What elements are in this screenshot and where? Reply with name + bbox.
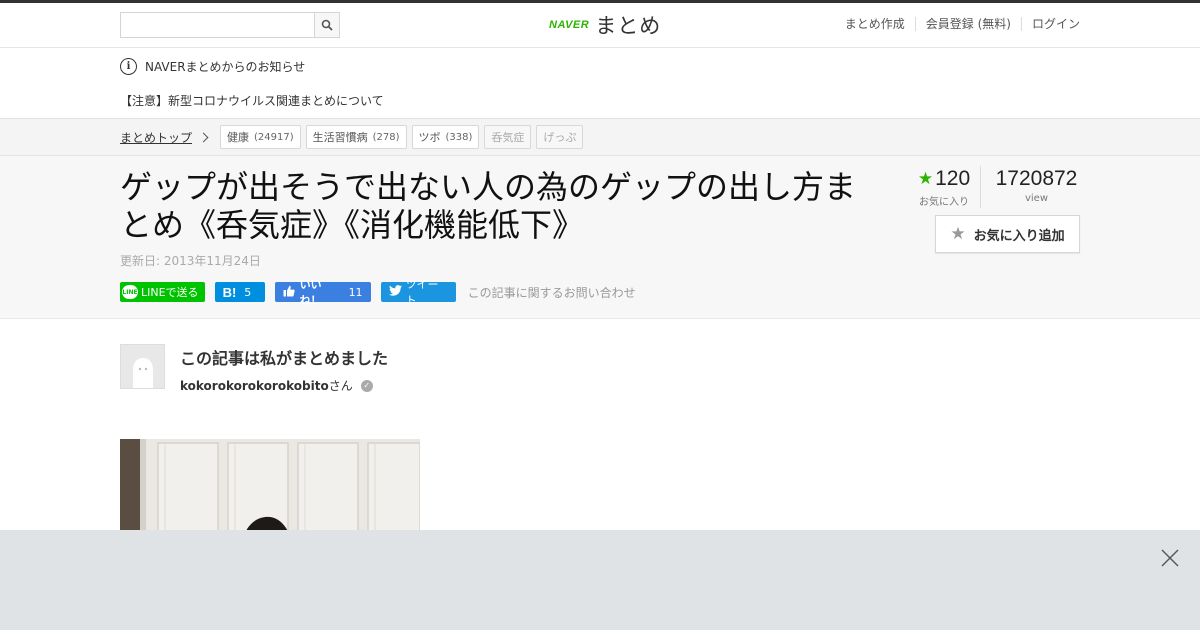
tag-label: 生活習慣病 xyxy=(312,131,368,144)
default-avatar-icon xyxy=(132,358,153,388)
line-share-button[interactable]: LINE LINEで送る xyxy=(120,282,205,302)
article-header: ゲップが出そうで出ない人の為のゲップの出し方まとめ《呑気症》《消化機能低下》 更… xyxy=(0,156,1200,319)
star-outline-icon: ★ xyxy=(950,224,966,244)
notice-title: NAVERまとめからのお知らせ xyxy=(145,60,306,74)
facebook-like-button[interactable]: いいね！ 11 xyxy=(274,278,371,307)
verified-check-icon: ✓ xyxy=(360,379,373,392)
tweet-label: ツイート xyxy=(405,278,439,307)
login-link[interactable]: ログイン xyxy=(1020,17,1080,31)
notice-link[interactable]: 【注意】新型コロナウイルス関連まとめについて xyxy=(120,92,384,109)
tag-aerophagia[interactable]: 呑気症 xyxy=(484,125,532,149)
line-icon: LINE xyxy=(122,285,138,299)
search-button[interactable] xyxy=(314,13,339,37)
tag-count: (338) xyxy=(445,131,473,143)
article-title: ゲップが出そうで出ない人の為のゲップの出し方まとめ《呑気症》《消化機能低下》 xyxy=(120,168,857,244)
header-nav: まとめ作成 会員登録 (無料) ログイン xyxy=(835,17,1080,31)
create-matome-link[interactable]: まとめ作成 xyxy=(835,17,915,31)
contact-link[interactable]: この記事に関するお問い合わせ xyxy=(468,284,636,301)
tag-burp[interactable]: げっぷ xyxy=(536,125,584,149)
tag-label: 呑気症 xyxy=(491,131,525,144)
author-name[interactable]: kokorokorokorokobito xyxy=(180,379,329,393)
favorite-label: お気に入り xyxy=(919,197,969,208)
star-icon: ★ xyxy=(917,169,934,188)
tag-label: ツボ xyxy=(418,131,441,144)
search-input[interactable] xyxy=(121,13,314,37)
author-name-row: kokorokorokorokobito さん ✓ xyxy=(180,377,388,394)
tag-health[interactable]: 健康 (24917) xyxy=(220,125,301,149)
hatena-bookmark-button[interactable]: B! 5 xyxy=(214,282,265,302)
line-share-label: LINEで送る xyxy=(141,286,199,299)
ad-overlay xyxy=(0,530,1200,630)
tag-count: (278) xyxy=(372,131,400,143)
breadcrumb: まとめトップ 健康 (24917) 生活習慣病 (278) ツボ (338) 呑… xyxy=(0,118,1200,156)
notice-heading: i NAVERまとめからのお知らせ xyxy=(120,58,305,75)
thumbs-up-icon xyxy=(283,285,295,300)
info-icon: i xyxy=(120,58,137,75)
article-stats: ★ 120 お気に入り 1720872 view xyxy=(908,166,1080,208)
twitter-bird-icon xyxy=(388,285,402,299)
view-stat: 1720872 view xyxy=(980,166,1080,208)
view-label: view xyxy=(1024,193,1049,204)
tweet-button[interactable]: ツイート xyxy=(380,278,456,307)
author-heading: この記事は私がまとめました xyxy=(180,349,389,368)
tag-label: げっぷ xyxy=(543,131,577,144)
chevron-right-icon xyxy=(198,132,209,143)
tag-label: 健康 xyxy=(227,131,249,144)
updated-date: 更新日: 2013年11月24日 xyxy=(120,254,261,268)
share-bar: LINE LINEで送る B! 5 いいね！ 11 ツイート この記事に関するお… xyxy=(120,278,636,307)
author-block: この記事は私がまとめました kokorokorokorokobito さん ✓ xyxy=(120,344,388,394)
favorite-stat: ★ 120 お気に入り xyxy=(908,166,980,208)
tag-lifestyle-disease[interactable]: 生活習慣病 (278) xyxy=(305,125,407,149)
close-icon[interactable] xyxy=(1160,548,1180,568)
author-suffix: さん xyxy=(328,379,353,393)
hatena-icon: B! xyxy=(222,284,237,300)
search-icon xyxy=(321,16,333,35)
tag-tsubo[interactable]: ツボ (338) xyxy=(411,125,480,149)
logo-brand: NAVER xyxy=(549,19,590,31)
breadcrumb-top-label: まとめトップ xyxy=(120,131,193,145)
tag-count: (24917) xyxy=(254,131,294,143)
favorite-count: 120 xyxy=(935,167,971,190)
facebook-like-count: 11 xyxy=(348,285,363,299)
add-favorite-label: お気に入り追加 xyxy=(973,228,1065,244)
search-box xyxy=(120,12,340,38)
logo-product: まとめ xyxy=(595,14,662,38)
naver-matome-logo[interactable]: NAVER まとめ xyxy=(549,11,661,39)
breadcrumb-top-link[interactable]: まとめトップ xyxy=(120,129,209,146)
view-count: 1720872 xyxy=(995,167,1078,190)
avatar[interactable] xyxy=(120,344,165,389)
hatena-count: 5 xyxy=(244,285,252,299)
register-link[interactable]: 会員登録 (無料) xyxy=(914,17,1021,31)
add-favorite-button[interactable]: ★ お気に入り追加 xyxy=(935,215,1080,253)
tag-list: 健康 (24917) 生活習慣病 (278) ツボ (338) 呑気症 げっぷ xyxy=(220,125,588,149)
facebook-like-label: いいね！ xyxy=(299,278,322,307)
site-header: NAVER まとめ まとめ作成 会員登録 (無料) ログイン xyxy=(0,3,1200,48)
